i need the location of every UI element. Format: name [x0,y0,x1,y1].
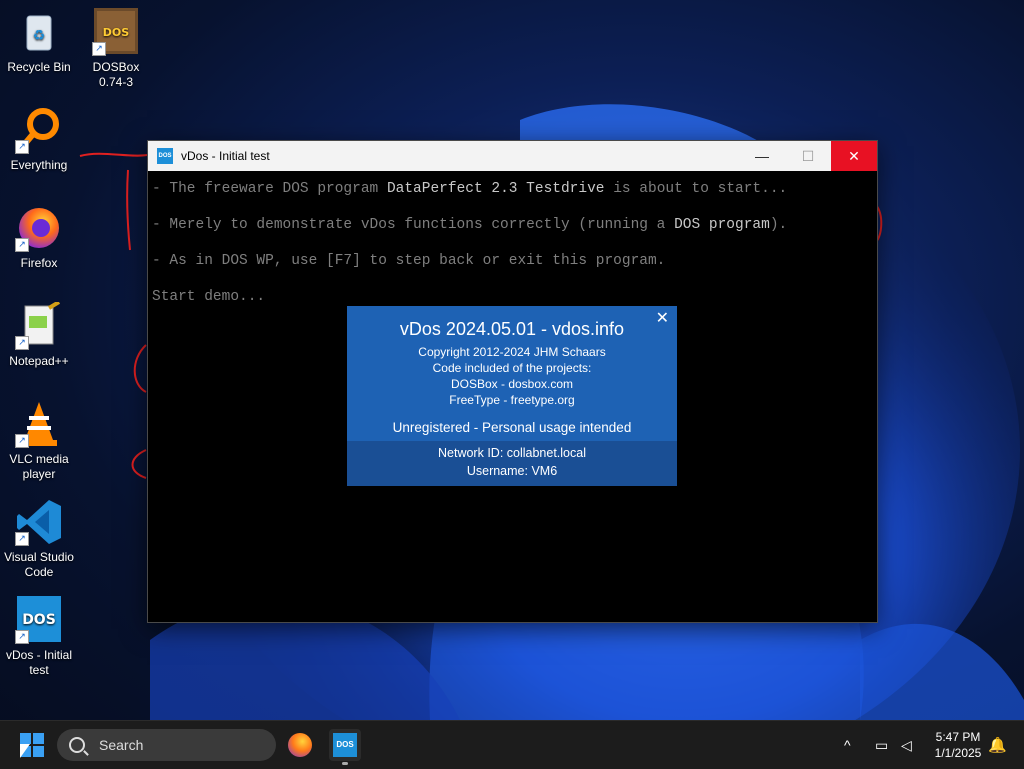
vlc-cone-icon: ↗ [15,400,63,448]
shortcut-arrow-icon: ↗ [15,140,29,154]
desktop-icon-label: Everything [10,158,68,172]
shortcut-arrow-icon: ↗ [15,532,29,546]
recycle-bin-icon: ♻ [15,8,63,56]
desktop-icon-vscode[interactable]: ↗ Visual Studio Code [0,498,78,580]
close-button[interactable]: ✕ [831,141,877,171]
svg-text:♻: ♻ [33,28,46,44]
desktop-icon-recycle-bin[interactable]: ♻ Recycle Bin [0,8,78,75]
show-hidden-icons-chevron-icon[interactable]: ^ [844,721,851,769]
about-project-freetype: FreeType - freetype.org [449,393,575,407]
desktop-icon-vdos[interactable]: DOS ↗ vDos - Initial test [0,596,78,678]
search-label: Search [99,737,144,753]
dialog-close-icon[interactable]: ✕ [656,308,669,328]
desktop-icon-label: VLC media player [9,452,69,481]
vdos-app-icon: DOS [157,148,173,164]
desktop-icon-label: DOSBox 0.74-3 [92,60,140,89]
desktop-icon-dosbox[interactable]: DOS ↗ DOSBox 0.74-3 [77,8,155,90]
desktop-icon-label: Recycle Bin [7,60,71,74]
desktop-icon-firefox[interactable]: ↗ Firefox [0,204,78,271]
shortcut-arrow-icon: ↗ [92,42,106,56]
clock-time: 5:47 PM [935,730,981,744]
about-copyright: Copyright 2012-2024 JHM Schaars [418,345,606,359]
taskbar-clock[interactable]: 5:47 PM 1/1/2025 [924,729,992,761]
window-titlebar[interactable]: DOS vDos - Initial test — ☐ ✕ [148,141,877,171]
taskbar: Search DOS ^ ▭ ◁ 5:47 PM 1/1/2025 🔔 [0,720,1024,769]
network-icon[interactable]: ▭ [875,721,888,769]
console-line: - As in DOS WP, use [F7] to step back or… [152,253,666,269]
console-line: - The freeware DOS program DataPerfect 2… [152,181,788,197]
about-registration: Unregistered - Personal usage intended [392,420,632,435]
windows-logo-icon [20,733,31,744]
about-footer: Network ID: collabnet.local Username: VM… [347,441,677,486]
mouse-cursor-icon [20,744,30,758]
about-project-dosbox: DOSBox - dosbox.com [450,377,574,391]
about-included: Code included of the projects: [432,361,592,375]
notepadpp-icon: ↗ [15,300,63,350]
shortcut-arrow-icon: ↗ [15,630,29,644]
desktop-icon-label: Visual Studio Code [4,550,74,579]
shortcut-arrow-icon: ↗ [15,336,29,350]
taskbar-firefox[interactable] [284,729,316,761]
vdos-icon: DOS [333,733,357,757]
running-indicator [342,762,348,765]
about-network-id: Network ID: collabnet.local [438,446,586,460]
dos-console[interactable]: - The freeware DOS program DataPerfect 2… [152,181,873,325]
console-line: - Merely to demonstrate vDos functions c… [152,217,788,233]
taskbar-vdos[interactable]: DOS [329,729,361,765]
notification-bell-icon[interactable]: 🔔 [988,721,1007,769]
dosbox-icon: DOS ↗ [92,8,140,56]
vdos-about-dialog[interactable]: ✕ vDos 2024.05.01 - vdos.info Copyright … [347,306,677,486]
everything-search-icon: ↗ [15,106,63,154]
vscode-icon: ↗ [15,498,63,546]
window-title: vDos - Initial test [181,149,270,163]
vdos-icon: DOS ↗ [15,596,63,644]
volume-icon[interactable]: ◁ [901,721,912,769]
clock-date: 1/1/2025 [934,746,982,760]
shortcut-arrow-icon: ↗ [15,434,29,448]
about-username: Username: VM6 [466,464,558,478]
firefox-icon: ↗ [15,204,63,252]
maximize-button[interactable]: ☐ [785,141,831,171]
svg-text:DOS: DOS [103,26,129,39]
firefox-icon [288,733,312,757]
desktop-icon-label: Firefox [20,256,58,270]
taskbar-search[interactable]: Search [57,729,276,761]
desktop-icon-notepadpp[interactable]: ↗ Notepad++ [0,300,78,369]
minimize-button[interactable]: — [739,141,785,171]
shortcut-arrow-icon: ↗ [15,238,29,252]
desktop-icon-vlc[interactable]: ↗ VLC media player [0,400,78,482]
svg-text:DOS: DOS [22,612,56,628]
desktop-icon-label: vDos - Initial test [5,648,73,677]
about-title: vDos 2024.05.01 - vdos.info [399,319,625,339]
search-icon [69,737,85,753]
desktop-icon-label: Notepad++ [9,354,69,368]
desktop-icon-everything[interactable]: ↗ Everything [0,106,78,173]
